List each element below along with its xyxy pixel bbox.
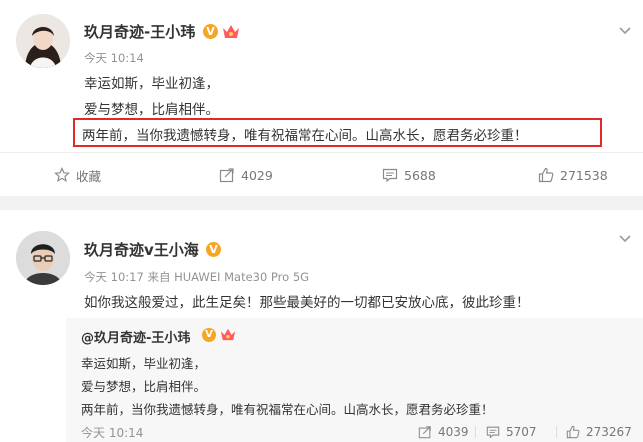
comment-count: 5688 [404,167,436,183]
avatar[interactable] [16,14,70,68]
post-text-line: 幸运如斯，毕业初逢， [84,76,219,92]
reposted-text-line: 两年前，当你我遗憾转身，唯有祝福常在心间。山高水长，愿君务必珍重！ [81,402,494,417]
reposted-text-line: 爱与梦想，比肩相伴。 [81,379,207,394]
share-icon [219,168,234,183]
reposted-text-line: 幸运如斯，毕业初逢， [81,356,207,371]
share-icon [418,426,431,439]
highlight-box [73,118,602,147]
post-actions: 收藏 4029 5688 271538 [0,152,643,196]
weibo-post-1: 玖月奇迹-王小玮 V 今天 10:14 幸运如斯，毕业初逢， 爱与梦想，比肩相伴… [0,0,643,196]
like-button[interactable]: 271538 [538,153,608,197]
reposted-author[interactable]: @玖月奇迹-王小玮 [81,327,190,346]
repost-count: 4039 [438,425,469,439]
chevron-down-icon[interactable] [618,26,632,36]
chevron-down-icon[interactable] [618,234,632,244]
vip-crown-icon[interactable] [222,23,240,39]
star-icon [54,167,70,183]
repost-button[interactable]: 4029 [219,153,273,197]
divider [556,426,557,438]
avatar-image-woman [16,14,70,68]
reposted-time: 今天 10:14 [81,425,144,440]
favorite-label: 收藏 [76,168,102,184]
avatar-image-man [16,231,70,285]
verified-v-icon: V [203,24,218,39]
post-text-line: 爱与梦想，比肩相伴。 [84,102,219,118]
like-count: 273267 [586,425,632,439]
divider [475,426,476,438]
reposted-content[interactable]: @玖月奇迹-王小玮 V 幸运如斯，毕业初逢， 爱与梦想，比肩相伴。 两年前，当你… [66,318,643,442]
avatar[interactable] [16,231,70,285]
repost-count: 4029 [241,167,273,183]
post-text: 如你我这般爱过，此生足矣！那些最美好的一切都已安放心底，彼此珍重！ [84,295,530,311]
like-count: 271538 [560,167,608,183]
verified-v-icon: V [202,328,216,342]
vip-crown-icon [221,328,235,341]
repost-button[interactable]: 4039 [418,422,469,442]
post-time-source: 今天 10:17 来自 HUAWEI Mate30 Pro 5G [84,270,310,284]
comment-button[interactable]: 5688 [382,153,436,197]
comment-button[interactable]: 5707 [486,422,537,442]
like-button[interactable]: 273267 [566,422,632,442]
verified-v-icon: V [206,242,221,257]
post-time: 今天 10:14 [84,51,144,65]
author-name[interactable]: 玖月奇迹-王小玮 [84,21,195,42]
comment-icon [486,426,500,439]
reposted-footer: 今天 10:14 4039 5707 273267 [66,422,643,442]
comment-icon [382,168,398,183]
feed-divider [0,196,643,210]
favorite-button[interactable]: 收藏 [54,153,101,197]
author-name[interactable]: 玖月奇迹v王小海 [84,239,199,260]
thumbs-up-icon [566,425,580,439]
thumbs-up-icon [538,167,554,183]
comment-count: 5707 [506,425,537,439]
